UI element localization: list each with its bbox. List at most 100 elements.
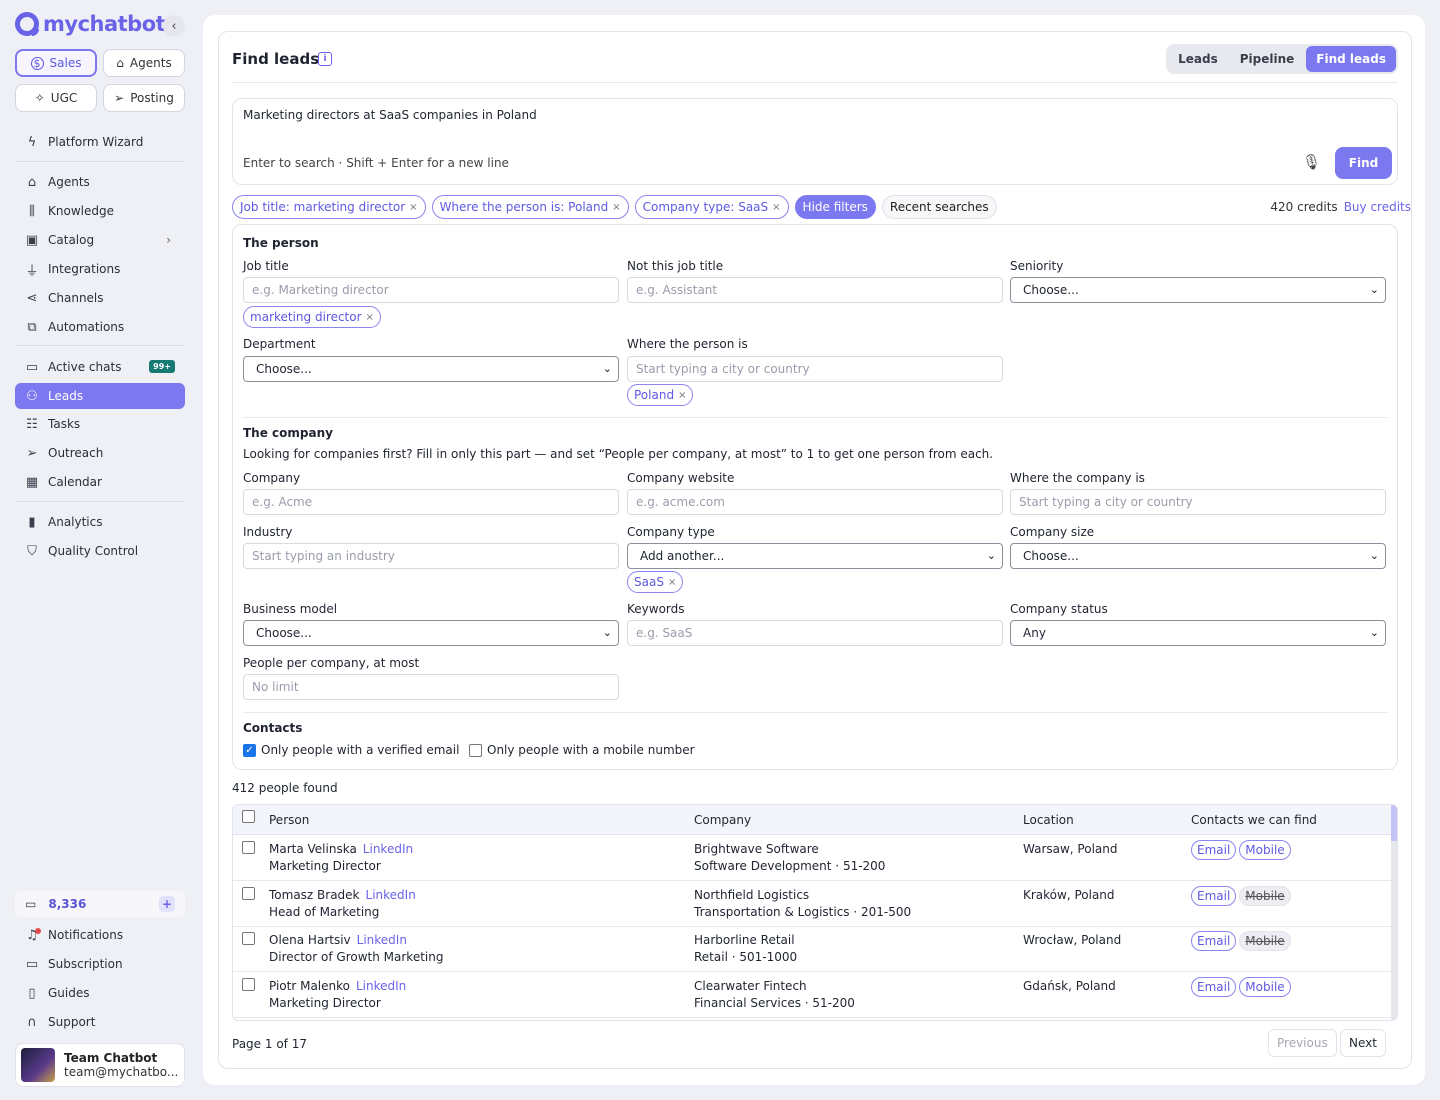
business-model-select[interactable]: Choose... ⌄ xyxy=(243,620,619,646)
person-name: Olena Hartsiv xyxy=(269,933,351,947)
select-all-checkbox[interactable] xyxy=(242,810,255,823)
nav-agents[interactable]: ⌂ Agents xyxy=(15,169,185,195)
row-checkbox[interactable] xyxy=(242,841,255,854)
company-input[interactable]: e.g. Acme xyxy=(243,489,619,515)
brand-logo[interactable]: mychatbot xyxy=(15,12,166,36)
tab-pipeline[interactable]: Pipeline xyxy=(1230,46,1305,72)
mobile-number-checkbox[interactable]: Only people with a mobile number xyxy=(469,743,695,757)
add-credits-button[interactable]: + xyxy=(159,896,175,912)
nav-catalog[interactable]: ▣ Catalog › xyxy=(15,227,185,253)
find-button[interactable]: Find xyxy=(1335,147,1392,179)
close-icon[interactable]: × xyxy=(612,202,620,213)
person-location-input[interactable]: Start typing a city or country xyxy=(627,356,1003,382)
table-row[interactable]: Marta Velinska LinkedIn Marketing Directo… xyxy=(233,835,1393,881)
mode-sales-button[interactable]: $ Sales xyxy=(15,49,97,77)
row-checkbox[interactable] xyxy=(242,978,255,991)
recent-searches-button[interactable]: Recent searches xyxy=(881,195,997,219)
nav-platform-wizard[interactable]: ϟ Platform Wizard xyxy=(15,129,185,155)
department-select[interactable]: Choose... ⌄ xyxy=(243,356,619,382)
verified-email-checkbox[interactable]: ✓ Only people with a verified email xyxy=(243,743,459,757)
buy-credits-link[interactable]: Buy credits xyxy=(1344,200,1411,214)
company-size-select[interactable]: Choose... ⌄ xyxy=(1010,543,1386,569)
checkbox-icon[interactable] xyxy=(469,743,482,757)
close-icon[interactable]: × xyxy=(772,202,780,213)
row-checkbox[interactable] xyxy=(242,932,255,945)
mode-ugc-button[interactable]: ✧ UGC xyxy=(15,84,97,112)
search-box[interactable]: Marketing directors at SaaS companies in… xyxy=(232,98,1398,185)
linkedin-link[interactable]: LinkedIn xyxy=(357,933,407,947)
company-details: Transportation & Logistics · 201-500 xyxy=(694,905,912,919)
nav-outreach[interactable]: ➢ Outreach xyxy=(15,440,185,466)
close-icon[interactable]: × xyxy=(668,577,676,588)
tab-find-leads[interactable]: Find leads xyxy=(1306,46,1396,72)
company-location-input[interactable]: Start typing a city or country xyxy=(1010,489,1386,515)
mode-agents-button[interactable]: ⌂ Agents xyxy=(103,49,185,77)
nav-analytics[interactable]: ▮ Analytics xyxy=(15,509,185,535)
scroll-thumb[interactable] xyxy=(1391,805,1397,841)
contact-pills: Email Mobile xyxy=(1191,977,1294,997)
linkedin-link[interactable]: LinkedIn xyxy=(356,979,406,993)
exclude-job-title-input[interactable]: e.g. Assistant xyxy=(627,277,1003,303)
filter-chip[interactable]: Company type: SaaS × xyxy=(634,195,789,219)
mode-posting-button[interactable]: ➢ Posting xyxy=(103,84,185,112)
nav-channels[interactable]: ⋖ Channels xyxy=(15,285,185,311)
nav-integrations[interactable]: ⏚ Integrations xyxy=(15,256,185,282)
hide-filters-button[interactable]: Hide filters xyxy=(794,195,876,219)
search-query[interactable]: Marketing directors at SaaS companies in… xyxy=(243,108,537,122)
divider xyxy=(232,82,1398,83)
row-checkbox[interactable] xyxy=(242,887,255,900)
industry-input[interactable]: Start typing an industry xyxy=(243,543,619,569)
close-icon[interactable]: × xyxy=(366,312,374,323)
field-label: Where the person is xyxy=(627,337,748,351)
linkedin-link[interactable]: LinkedIn xyxy=(366,888,416,902)
company-type-select[interactable]: Add another... ⌄ xyxy=(627,543,1003,569)
column-header[interactable]: Location xyxy=(1023,813,1074,827)
next-page-button[interactable]: Next xyxy=(1340,1029,1386,1057)
linkedin-link[interactable]: LinkedIn xyxy=(363,842,413,856)
company-status-select[interactable]: Any ⌄ xyxy=(1010,620,1386,646)
company-type-tag[interactable]: SaaS × xyxy=(627,571,684,593)
user-profile[interactable]: Team Chatbot team@mychatbo... xyxy=(15,1043,185,1087)
contact-pills: Email Mobile xyxy=(1191,886,1294,906)
collapse-sidebar-button[interactable]: ‹ xyxy=(163,15,185,37)
nav-knowledge[interactable]: ⫼ Knowledge xyxy=(15,198,185,224)
table-scrollbar[interactable] xyxy=(1391,805,1397,1020)
company-details: Software Development · 51-200 xyxy=(694,859,886,873)
microphone-icon[interactable]: 🎙 xyxy=(1302,153,1321,171)
user-email: team@mychatbo... xyxy=(64,1065,179,1079)
nav-calendar[interactable]: ▦ Calendar xyxy=(15,469,185,495)
nav-tasks[interactable]: ☷ Tasks xyxy=(15,411,185,437)
previous-page-button[interactable]: Previous xyxy=(1268,1029,1337,1057)
filter-chip[interactable]: Where the person is: Poland × xyxy=(431,195,629,219)
brand-name: mychatbot xyxy=(43,12,166,36)
column-header[interactable]: Company xyxy=(694,813,751,827)
nav-leads[interactable]: ⚇ Leads xyxy=(15,383,185,409)
job-title-input[interactable]: e.g. Marketing director xyxy=(243,277,619,303)
credits-balance[interactable]: ▭ 8,336 + xyxy=(15,891,185,917)
checkbox-checked-icon[interactable]: ✓ xyxy=(243,743,256,757)
nav-guides[interactable]: ▯ Guides xyxy=(15,980,185,1006)
nav-subscription[interactable]: ▭ Subscription xyxy=(15,951,185,977)
keywords-input[interactable]: e.g. SaaS xyxy=(627,620,1003,646)
person-location-tag[interactable]: Poland × xyxy=(627,384,694,406)
table-row[interactable]: Olena Hartsiv LinkedIn Director of Growth… xyxy=(233,926,1393,972)
job-title-tag[interactable]: marketing director × xyxy=(243,306,381,328)
seniority-select[interactable]: Choose... ⌄ xyxy=(1010,277,1386,303)
close-icon[interactable]: × xyxy=(409,202,417,213)
table-row[interactable]: Piotr Malenko LinkedIn Marketing Director… xyxy=(233,972,1393,1018)
filter-chip[interactable]: Job title: marketing director × xyxy=(232,195,426,219)
nav-quality-control[interactable]: ⛉ Quality Control xyxy=(15,538,185,564)
close-icon[interactable]: × xyxy=(678,390,686,401)
table-row[interactable]: Tomasz Bradek LinkedIn Head of Marketing … xyxy=(233,881,1393,927)
lightning-icon: ϟ xyxy=(27,134,37,150)
company-website-input[interactable]: e.g. acme.com xyxy=(627,489,1003,515)
info-icon[interactable]: i xyxy=(318,52,332,66)
location: Gdańsk, Poland xyxy=(1023,979,1116,993)
nav-automations[interactable]: ⧉ Automations xyxy=(15,314,185,340)
column-header[interactable]: Person xyxy=(269,813,309,827)
tab-leads[interactable]: Leads xyxy=(1168,46,1228,72)
nav-active-chats[interactable]: ▭ Active chats 99+ xyxy=(15,354,185,380)
nav-support[interactable]: ∩ Support xyxy=(15,1009,185,1035)
people-per-company-input[interactable]: No limit xyxy=(243,674,619,700)
nav-notifications[interactable]: ♫ Notifications xyxy=(15,922,185,948)
